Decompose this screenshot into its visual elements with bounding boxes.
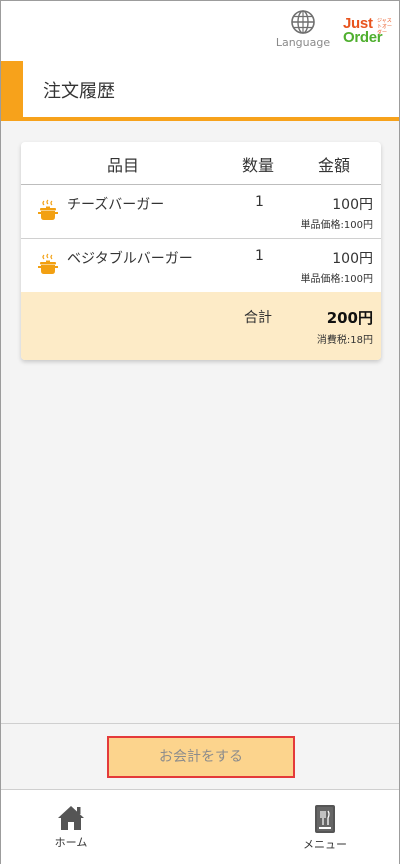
pot-icon — [37, 253, 59, 279]
title-accent-bar — [1, 61, 23, 117]
table-row: ベジタブルバーガー 1 100円 単品価格:100円 — [21, 239, 381, 293]
nav-home[interactable]: ホーム — [36, 804, 106, 850]
home-icon — [58, 806, 84, 830]
bottom-navigation: ホーム メニュー — [1, 789, 399, 864]
top-header: Language Just ジャストオーダー Order — [1, 1, 399, 62]
nav-menu-label: メニュー — [303, 838, 347, 851]
total-label: 合計 — [244, 310, 272, 326]
nav-home-label: ホーム — [54, 836, 88, 849]
item-price: 100円 — [332, 197, 373, 213]
app-frame: Language Just ジャストオーダー Order 注文履歴 品目 数量 … — [0, 0, 400, 864]
checkout-area: お会計をする — [1, 723, 399, 790]
logo-text-order: Order — [343, 29, 383, 46]
page-title-bar: 注文履歴 — [1, 61, 399, 121]
item-unit-price: 単品価格:100円 — [300, 220, 373, 231]
table-header: 品目 数量 金額 — [21, 142, 381, 185]
pot-icon — [37, 199, 59, 225]
language-label: Language — [275, 36, 331, 49]
page-title: 注文履歴 — [43, 81, 115, 102]
column-header-quantity: 数量 — [242, 156, 275, 175]
total-amount: 200円 — [326, 309, 373, 327]
nav-menu[interactable]: メニュー — [290, 804, 360, 852]
table-row: チーズバーガー 1 100円 単品価格:100円 — [21, 185, 381, 239]
item-quantity: 1 — [255, 194, 264, 210]
just-order-logo: Just ジャストオーダー Order — [341, 15, 395, 49]
item-name: ベジタブルバーガー — [67, 251, 193, 267]
order-history-table: 品目 数量 金額 チーズバーガー 1 100円 単品価格:100円 ベジタブルバ… — [21, 142, 381, 360]
tax-amount: 消費税:18円 — [316, 335, 373, 346]
item-price: 100円 — [332, 251, 373, 267]
item-name: チーズバーガー — [67, 197, 165, 213]
total-row: 合計 200円 消費税:18円 — [21, 292, 381, 360]
globe-icon — [291, 10, 315, 34]
language-button[interactable]: Language — [273, 9, 333, 55]
column-header-item: 品目 — [107, 156, 140, 175]
item-quantity: 1 — [255, 248, 264, 264]
checkout-button[interactable]: お会計をする — [107, 736, 295, 778]
column-header-amount: 金額 — [318, 156, 351, 175]
menu-book-icon — [315, 805, 335, 833]
item-unit-price: 単品価格:100円 — [300, 274, 373, 285]
